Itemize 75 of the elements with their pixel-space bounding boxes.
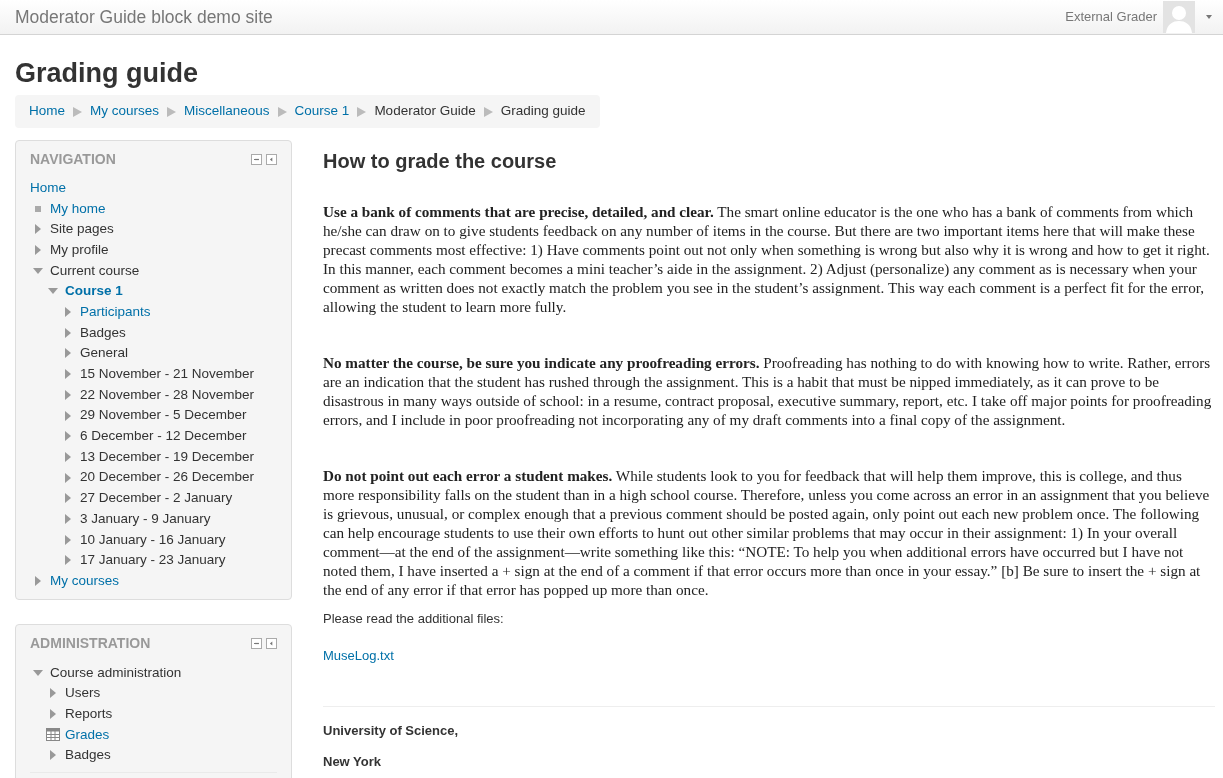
breadcrumb-link[interactable]: Home bbox=[29, 101, 65, 122]
collapsed-arrow-icon[interactable] bbox=[65, 348, 71, 359]
paragraph: Do not point out each error a student makes. While students look to you for feedback that will help them improve, this is college, and thus more responsibility falls on the student than in a high school course. Therefore, unless you come across an error in an assignment that you believe is grievous, unusual, or complex enough that a previous comment should be posted again, only point out each new problem once. The following can help encourage students to use their own efforts to hunt out other similar problems that may occur in their assignment: 1) In your overall comment—at the end of the assignment—write something like this: “NOTE: To help you when additional errors have occurred but I have not noted them, I have inserted a + sign at the end of a comment if that error occurs more than once in your essay.” [b] Be sure to insert the + sign at the end of any error if that error has popped up more than once. bbox=[323, 465, 1211, 599]
separator-icon bbox=[357, 106, 367, 117]
tree-item[interactable]: My profile bbox=[50, 239, 109, 261]
paragraph: No matter the course, be sure you indicate any proofreading errors. Proofreading has nothing to do with knowing how to write. Rather, errors are an indication that the student has rushed through the assignment. This is a habit that must be nipped immediately, as it can prove to be disastrous in many ways outside of school: in a resume, contract proposal, executive summary, report, etc. I take off major points for proofreading errors, and I include in poor proofreading not incorporating any of my draft comments into a final copy of the assignment. bbox=[323, 352, 1213, 429]
tree-item[interactable]: Participants bbox=[80, 302, 151, 323]
collapsed-arrow-icon[interactable] bbox=[65, 327, 71, 338]
collapsed-arrow-icon[interactable] bbox=[65, 307, 71, 318]
tree-item[interactable]: 27 December - 2 January bbox=[80, 488, 233, 509]
table-icon[interactable] bbox=[46, 728, 60, 742]
collapsed-arrow-icon[interactable] bbox=[35, 245, 41, 256]
collapsed-arrow-icon[interactable] bbox=[65, 472, 71, 483]
minimize-icon[interactable] bbox=[251, 638, 262, 650]
tree-item[interactable]: Badges bbox=[80, 322, 126, 343]
tree-item[interactable]: Course administration bbox=[50, 662, 182, 683]
tree-item[interactable]: My home bbox=[50, 198, 106, 219]
expanded-arrow-icon[interactable] bbox=[33, 267, 43, 274]
tree-item[interactable]: My courses bbox=[50, 570, 120, 592]
tree-item[interactable]: Grades bbox=[65, 724, 110, 745]
footer-text: University of Science, bbox=[323, 722, 460, 741]
tree-item[interactable]: 10 January - 16 January bbox=[80, 529, 226, 550]
collapsed-arrow-icon[interactable] bbox=[65, 493, 71, 504]
minimize-icon[interactable] bbox=[251, 153, 262, 165]
collapsed-arrow-icon[interactable] bbox=[65, 410, 71, 421]
collapsed-arrow-icon[interactable] bbox=[65, 555, 71, 566]
site-name[interactable]: Moderator Guide block demo site bbox=[15, 3, 273, 31]
tree-item[interactable]: 22 November - 28 November bbox=[80, 384, 255, 405]
tree-item[interactable]: General bbox=[80, 343, 129, 364]
tree-item[interactable]: 6 December - 12 December bbox=[80, 426, 247, 447]
collapsed-arrow-icon[interactable] bbox=[50, 750, 56, 761]
tree-item[interactable]: Users bbox=[65, 683, 101, 704]
tree-item[interactable]: Reports bbox=[65, 704, 113, 725]
dock-icon[interactable] bbox=[266, 638, 277, 650]
collapsed-arrow-icon[interactable] bbox=[65, 451, 71, 462]
tree-item[interactable]: Current course bbox=[50, 260, 140, 281]
separator-icon bbox=[483, 106, 493, 117]
tree-item[interactable]: Home bbox=[30, 177, 66, 199]
separator-icon bbox=[167, 106, 177, 117]
page-title: Grading guide bbox=[15, 57, 199, 90]
block-title: NAVIGATION bbox=[30, 149, 116, 169]
expanded-arrow-icon[interactable] bbox=[48, 288, 58, 295]
tree-item[interactable]: 3 January - 9 January bbox=[80, 508, 211, 530]
separator-icon bbox=[277, 106, 287, 117]
tree-item[interactable]: 17 January - 23 January bbox=[80, 550, 226, 571]
tree-item[interactable]: 15 November - 21 November bbox=[80, 364, 255, 385]
tree-item[interactable]: Site pages bbox=[50, 219, 114, 240]
tree-item[interactable]: Badges bbox=[65, 745, 111, 766]
content-heading: How to grade the course bbox=[323, 148, 558, 174]
collapsed-arrow-icon[interactable] bbox=[50, 688, 56, 699]
block-title: ADMINISTRATION bbox=[30, 634, 151, 654]
collapsed-arrow-icon[interactable] bbox=[35, 576, 41, 587]
breadcrumb-link[interactable]: Course 1 bbox=[294, 101, 350, 122]
separator-icon bbox=[73, 106, 82, 117]
bullet-icon[interactable] bbox=[35, 205, 41, 212]
collapsed-arrow-icon[interactable] bbox=[65, 389, 71, 400]
collapsed-arrow-icon[interactable] bbox=[50, 709, 56, 720]
dock-icon[interactable] bbox=[266, 153, 277, 165]
tree-item[interactable]: 20 December - 26 December bbox=[80, 467, 255, 488]
footer-text: New York bbox=[323, 752, 383, 771]
file-link[interactable]: MuseLog.txt bbox=[323, 648, 394, 664]
collapsed-arrow-icon[interactable] bbox=[65, 514, 71, 524]
files-note: Please read the additional files: bbox=[323, 609, 505, 628]
collapsed-arrow-icon[interactable] bbox=[35, 224, 41, 235]
tree-item[interactable]: 13 December - 19 December bbox=[80, 446, 255, 468]
breadcrumb-link[interactable]: My courses bbox=[90, 101, 160, 122]
paragraph: Use a bank of comments that are precise, detailed, and clear. The smart online educator is the one who has a bank of comments from which he/she can draw on to give students feedback on any number of items in the course. But there are two important items here that will make these precast comments most effective: 1) Have comments point out not only when something is wrong but also why it is wrong and how to get it right. In this manner, each comment becomes a mini teacher’s aide in the assignment. 2) Adjust (personalize) any comment as is necessary when your comment as written does not exactly match the problem you see in the student’s assignment. This way each comment is a perfect fit for the error, allowing the student to learn more fully. bbox=[323, 201, 1211, 316]
collapsed-arrow-icon[interactable] bbox=[65, 369, 71, 380]
collapsed-arrow-icon[interactable] bbox=[65, 534, 71, 545]
tree-item[interactable]: 29 November - 5 December bbox=[80, 405, 247, 426]
user-name[interactable]: External Grader bbox=[1065, 7, 1157, 27]
tree-item[interactable]: Course 1 bbox=[65, 281, 123, 302]
expanded-arrow-icon[interactable] bbox=[33, 669, 43, 676]
breadcrumb-link[interactable]: Miscellaneous bbox=[184, 101, 270, 122]
collapsed-arrow-icon[interactable] bbox=[65, 431, 71, 442]
